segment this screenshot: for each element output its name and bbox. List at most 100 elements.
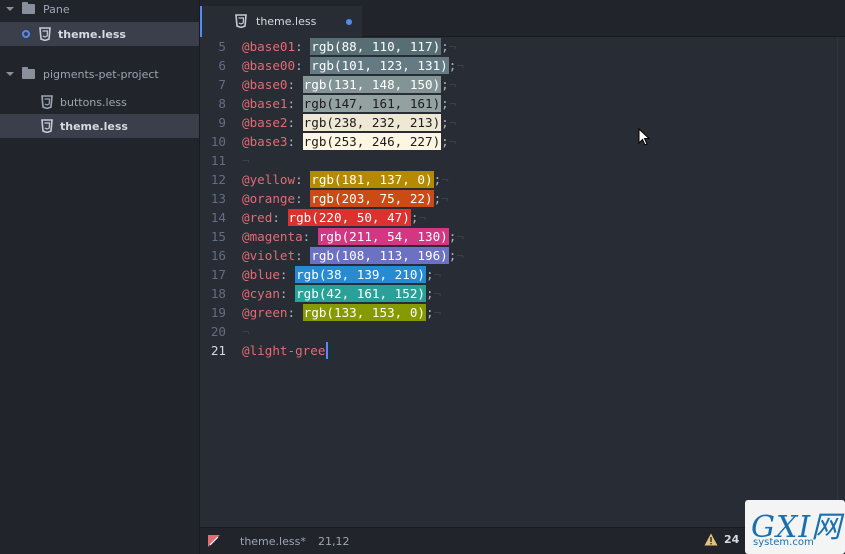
tree-folder-label: pigments-pet-project <box>43 67 159 81</box>
css3-icon <box>235 14 247 28</box>
tree-file-theme-less[interactable]: theme.less <box>0 22 199 46</box>
code-area[interactable]: @base01: rgb(88, 110, 117);¬ @base00: rgb… <box>242 37 845 527</box>
code-line[interactable]: @base0: rgb(131, 148, 150);¬ <box>242 75 456 94</box>
line-number: 20 <box>210 324 226 339</box>
color-value-swatch[interactable]: rgb(101, 123, 131) <box>310 57 449 74</box>
tab-theme-less[interactable]: theme.less <box>200 6 362 37</box>
variable-name: @yellow <box>242 172 296 187</box>
color-value-swatch[interactable]: rgb(131, 148, 150) <box>302 76 442 93</box>
code-line[interactable]: @cyan: rgb(42, 161, 152);¬ <box>242 284 441 303</box>
colon-punctuation: : <box>295 172 311 187</box>
tree-file-theme-less[interactable]: theme.less <box>0 114 199 138</box>
status-cursor-position[interactable]: 21,12 <box>318 535 350 548</box>
color-value-swatch[interactable]: rgb(211, 54, 130) <box>317 228 449 245</box>
colon-punctuation: : <box>287 115 303 130</box>
code-line[interactable]: @base01: rgb(88, 110, 117);¬ <box>242 37 456 56</box>
tree-folder-label: Pane <box>43 2 70 16</box>
code-line[interactable]: @base00: rgb(101, 123, 131);¬ <box>242 56 464 75</box>
semicolon-punctuation: ; <box>441 77 449 92</box>
code-line[interactable]: @violet: rgb(108, 113, 196);¬ <box>242 246 464 265</box>
code-line[interactable]: @blue: rgb(38, 139, 210);¬ <box>242 265 441 284</box>
tree-file-label: theme.less <box>58 27 126 41</box>
variable-name: @orange <box>242 191 296 206</box>
color-value-swatch[interactable]: rgb(108, 113, 196) <box>310 247 449 264</box>
line-number: 16 <box>210 248 226 263</box>
line-number-gutter: 5 6 7 8 9 10 11 12 13 14 15 16 17 18 19 20 21 <box>200 37 232 527</box>
line-number: 17 <box>210 267 226 282</box>
line-number: 21 <box>210 343 226 358</box>
colon-punctuation: : <box>295 58 311 73</box>
color-value-swatch[interactable]: rgb(203, 75, 22) <box>310 190 434 207</box>
tree-folder-pigments-pet-project[interactable]: pigments-pet-project <box>0 62 199 86</box>
warning-icon <box>704 533 718 546</box>
tree-folder-pane[interactable]: Pane <box>0 0 199 21</box>
folder-icon <box>22 67 35 79</box>
file-status-icon[interactable] <box>208 535 220 547</box>
status-file-name[interactable]: theme.less* <box>240 535 306 548</box>
colon-punctuation: : <box>295 39 311 54</box>
code-line[interactable]: @orange: rgb(203, 75, 22);¬ <box>242 189 449 208</box>
code-line[interactable]: @green: rgb(133, 153, 0);¬ <box>242 303 441 322</box>
line-number: 19 <box>210 305 226 320</box>
code-line[interactable]: @base1: rgb(147, 161, 161);¬ <box>242 94 456 113</box>
code-line[interactable]: @red: rgb(220, 50, 47);¬ <box>242 208 426 227</box>
colon-punctuation: : <box>295 191 311 206</box>
variable-name: @red <box>242 210 273 225</box>
invisible-newline-icon: ¬ <box>448 96 457 111</box>
invisible-newline-icon: ¬ <box>456 58 464 73</box>
text-editor[interactable]: 5 6 7 8 9 10 11 12 13 14 15 16 17 18 19 20 21 @base01: r… <box>200 37 845 527</box>
line-number: 7 <box>218 77 226 92</box>
colon-punctuation: : <box>287 305 303 320</box>
variable-name: @green <box>242 305 288 320</box>
linter-warnings[interactable]: 24 <box>704 533 739 546</box>
colon-punctuation: : <box>279 286 296 301</box>
code-line[interactable]: @base3: rgb(253, 246, 227);¬ <box>242 132 456 151</box>
color-value-swatch[interactable]: rgb(238, 232, 213) <box>302 114 442 131</box>
line-number: 8 <box>218 96 226 111</box>
color-value-swatch[interactable]: rgb(133, 153, 0) <box>302 304 426 321</box>
code-line[interactable]: ¬ <box>242 151 250 170</box>
colon-punctuation: : <box>287 134 303 149</box>
semicolon-punctuation: ; <box>426 286 434 301</box>
invisible-newline-icon: ¬ <box>242 153 250 168</box>
semicolon-punctuation: ; <box>441 96 449 111</box>
color-value-swatch[interactable]: rgb(147, 161, 161) <box>302 95 442 112</box>
color-value-swatch[interactable]: rgb(181, 137, 0) <box>310 171 434 188</box>
variable-name: @base00 <box>242 58 296 73</box>
watermark-sub-text: system.com <box>753 537 814 548</box>
color-value-swatch[interactable]: rgb(253, 246, 227) <box>302 133 442 150</box>
open-file-indicator-icon <box>22 30 30 38</box>
invisible-newline-icon: ¬ <box>433 305 442 320</box>
variable-name: @light-gree <box>242 343 326 358</box>
invisible-newline-icon: ¬ <box>441 172 449 187</box>
modified-indicator-icon[interactable] <box>346 19 352 25</box>
line-number: 15 <box>210 229 226 244</box>
tab-title: theme.less <box>256 15 317 28</box>
colon-punctuation: : <box>287 77 303 92</box>
line-number: 12 <box>210 172 226 187</box>
invisible-newline-icon: ¬ <box>441 191 449 206</box>
line-number: 9 <box>218 115 226 130</box>
code-line[interactable]: @light-gree <box>242 341 325 360</box>
line-number: 13 <box>210 191 226 206</box>
color-value-swatch[interactable]: rgb(38, 139, 210) <box>295 266 426 283</box>
text-cursor <box>326 342 328 359</box>
warning-count: 24 <box>724 533 740 546</box>
color-value-swatch[interactable]: rgb(88, 110, 117) <box>310 38 442 55</box>
color-value-swatch[interactable]: rgb(42, 161, 152) <box>295 285 426 302</box>
code-line[interactable]: @yellow: rgb(181, 137, 0);¬ <box>242 170 449 189</box>
invisible-newline-icon: ¬ <box>433 267 442 282</box>
invisible-newline-icon: ¬ <box>242 324 250 339</box>
variable-name: @magenta <box>242 229 303 244</box>
tab-bar: theme.less <box>200 0 845 37</box>
variable-name: @base0 <box>242 77 288 92</box>
code-line[interactable]: @magenta: rgb(211, 54, 130);¬ <box>242 227 464 246</box>
tree-file-buttons-less[interactable]: buttons.less <box>0 90 199 114</box>
invisible-newline-icon: ¬ <box>456 229 464 244</box>
color-value-swatch[interactable]: rgb(220, 50, 47) <box>287 209 411 226</box>
code-line[interactable]: @base2: rgb(238, 232, 213);¬ <box>242 113 456 132</box>
colon-punctuation: : <box>279 267 296 282</box>
code-line[interactable]: ¬ <box>242 322 250 341</box>
variable-name: @base1 <box>242 96 288 111</box>
variable-name: @violet <box>242 248 296 263</box>
